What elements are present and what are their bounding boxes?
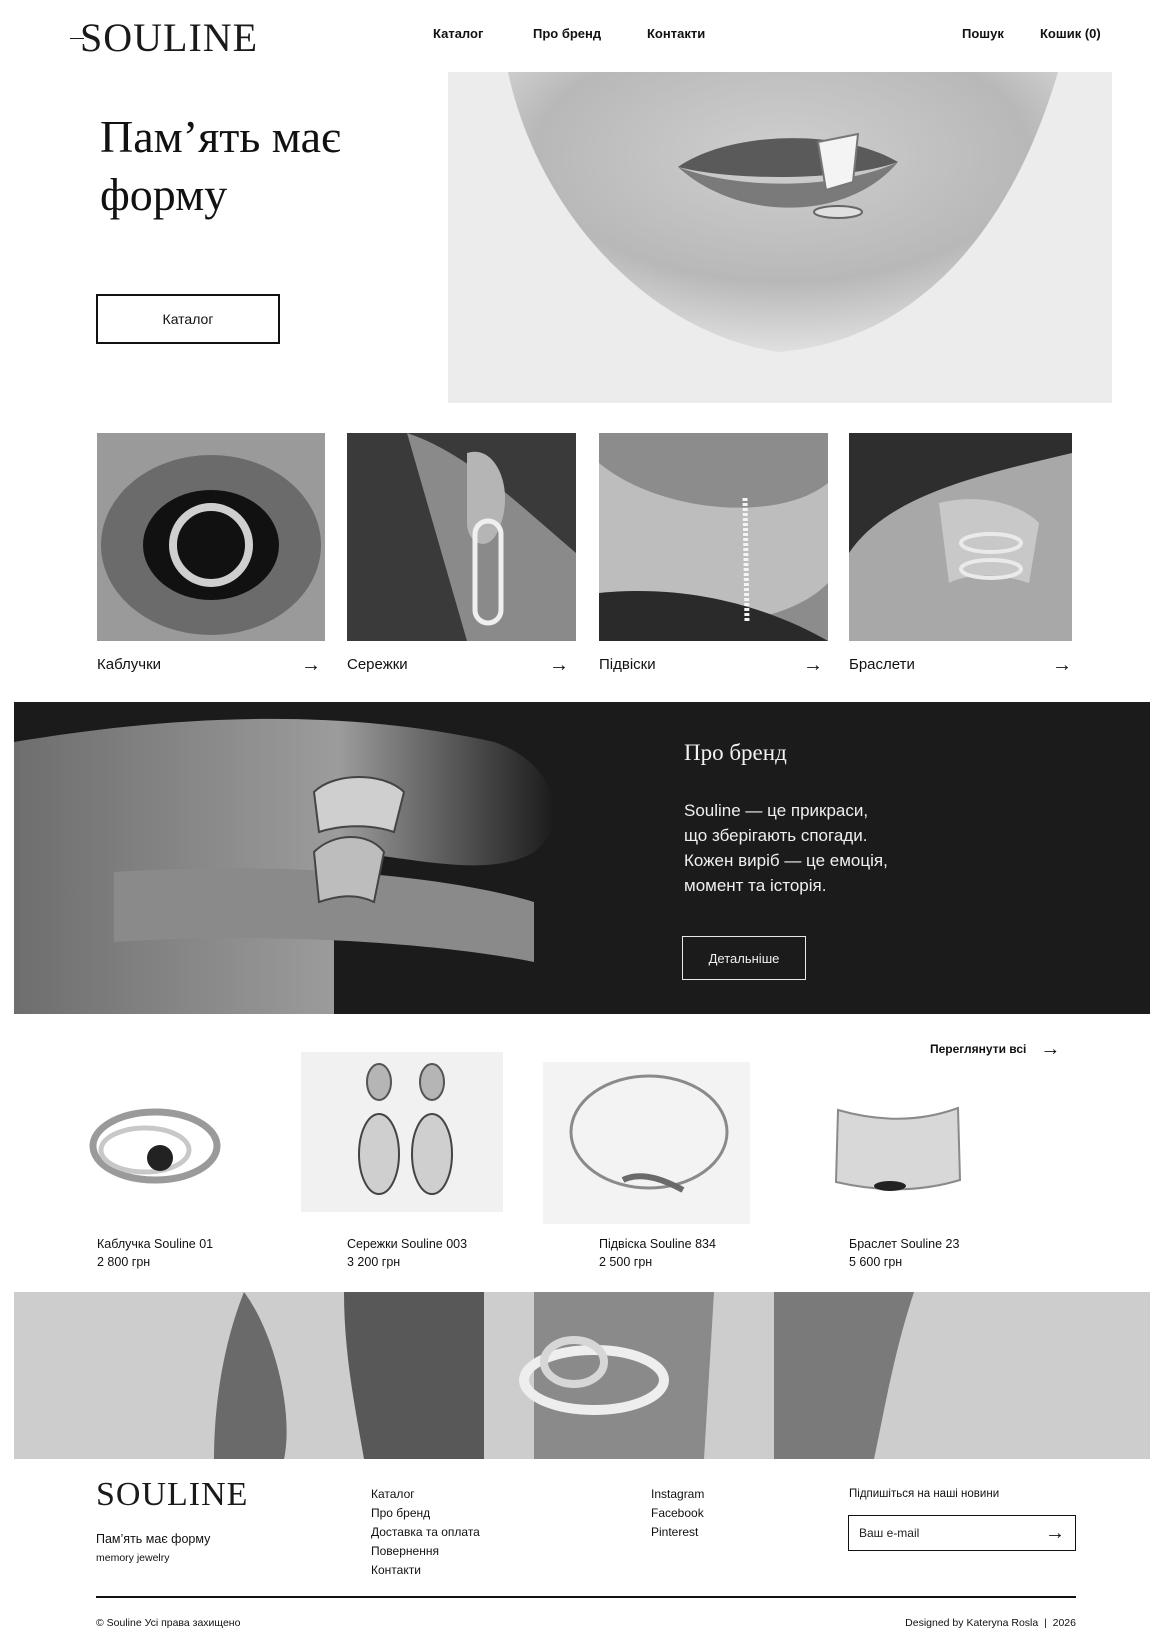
- copyright: © Souline Усі права захищено: [96, 1617, 241, 1629]
- pendants-photo: [599, 433, 828, 641]
- category-label-bracelets[interactable]: Браслети: [849, 656, 915, 673]
- category-image-bracelets[interactable]: [849, 433, 1072, 641]
- footer-social: Instagram Facebook Pinterest: [651, 1485, 801, 1542]
- footer-logo-text: SOULINE: [96, 1476, 249, 1513]
- footer-links: Каталог Про бренд Доставка та оплата Пов…: [371, 1485, 571, 1580]
- category-label-earrings[interactable]: Сережки: [347, 656, 408, 673]
- hero-catalog-button[interactable]: Каталог: [96, 294, 280, 344]
- category-label-pendants[interactable]: Підвіски: [599, 656, 656, 673]
- social-instagram[interactable]: Instagram: [651, 1485, 801, 1504]
- search-link[interactable]: Пошук: [962, 26, 1004, 41]
- category-image-earrings[interactable]: [347, 433, 576, 641]
- hero-image: [448, 72, 1112, 403]
- product-price: 5 600 грн: [849, 1255, 903, 1269]
- category-image-rings[interactable]: [97, 433, 325, 641]
- brand-logo-text: SOULINE: [80, 15, 259, 60]
- earrings-product-photo: [301, 1052, 503, 1212]
- about-line-4: момент та історія.: [684, 876, 827, 895]
- email-placeholder: Ваш e-mail: [859, 1526, 920, 1540]
- product-name: Каблучка Souline 01: [97, 1237, 214, 1251]
- hero-title: Пам’ять має форму: [100, 108, 420, 224]
- footer-subtag: memory jewelry: [96, 1552, 170, 1564]
- about-title: Про бренд: [684, 740, 787, 765]
- rings-photo: [97, 433, 325, 641]
- about-banner: Про бренд Souline — це прикраси, що збер…: [14, 702, 1150, 1014]
- product-price: 2 800 грн: [97, 1255, 151, 1269]
- product-name: Підвіска Souline 834: [599, 1237, 716, 1251]
- header-utilities: Пошук Кошик (0): [962, 26, 1102, 46]
- about-line-3: Кожен виріб — це емоція,: [684, 851, 888, 870]
- hand-ring-banner: [14, 1292, 1150, 1459]
- view-all-label: Переглянути всі: [930, 1042, 1027, 1056]
- product-name: Браслет Souline 23: [849, 1237, 960, 1251]
- arrow-right-icon[interactable]: →: [1052, 655, 1072, 675]
- view-all-link[interactable]: Переглянути всі →: [930, 1038, 1080, 1060]
- earrings-photo: [347, 433, 576, 641]
- email-subscribe-field[interactable]: Ваш e-mail →: [848, 1515, 1076, 1551]
- brand-logo[interactable]: SOULINE: [70, 14, 260, 62]
- designer-credit: Designed by Kateryna Rosla | 2026: [905, 1617, 1076, 1629]
- footer-logo[interactable]: SOULINE: [96, 1476, 276, 1522]
- nav-about[interactable]: Про бренд: [533, 26, 601, 41]
- hero-lips-photo: [448, 72, 1112, 403]
- product-price: 2 500 грн: [599, 1255, 653, 1269]
- arrow-right-icon[interactable]: →: [301, 655, 321, 675]
- hero-title-line-1: Пам’ять має: [100, 111, 341, 162]
- about-line-1: Souline — це прикраси,: [684, 801, 869, 820]
- product-card-pendant[interactable]: Підвіска Souline 834 2 500 грн: [599, 1237, 799, 1269]
- logo-ornament: [70, 38, 84, 39]
- footer-link-about[interactable]: Про бренд: [371, 1504, 571, 1523]
- submit-arrow-icon[interactable]: →: [1045, 1523, 1065, 1543]
- ring-product-photo: [70, 1088, 230, 1213]
- footer-divider: [96, 1596, 1076, 1598]
- nav-contacts[interactable]: Контакти: [647, 26, 705, 41]
- hand-ring-photo: [14, 1292, 1150, 1459]
- footer-link-returns[interactable]: Повернення: [371, 1542, 571, 1561]
- product-image-bracelet[interactable]: [830, 1100, 966, 1200]
- bracelets-photo: [849, 433, 1072, 641]
- footer-link-delivery[interactable]: Доставка та оплата: [371, 1523, 571, 1542]
- social-facebook[interactable]: Facebook: [651, 1504, 801, 1523]
- product-price: 3 200 грн: [347, 1255, 401, 1269]
- arrow-right-icon[interactable]: →: [803, 655, 823, 675]
- hero-title-line-2: форму: [100, 169, 228, 220]
- subscribe-title: Підпишіться на наші новини: [849, 1488, 1000, 1500]
- product-name: Сережки Souline 003: [347, 1237, 468, 1251]
- product-card-ring[interactable]: Каблучка Souline 01 2 800 грн: [97, 1237, 297, 1269]
- about-details-button[interactable]: Детальніше: [682, 936, 806, 980]
- footer-link-contacts[interactable]: Контакти: [371, 1561, 571, 1580]
- cart-link[interactable]: Кошик (0): [1040, 26, 1101, 41]
- footer-link-catalog[interactable]: Каталог: [371, 1485, 571, 1504]
- hands-rings-photo: [14, 702, 654, 1014]
- arrow-right-icon[interactable]: →: [549, 655, 569, 675]
- bracelet-product-photo: [830, 1100, 966, 1200]
- footer-tagline: Пам’ять має форму: [96, 1532, 211, 1546]
- about-line-2: що зберігають спогади.: [684, 826, 868, 845]
- arrow-right-icon: →: [1040, 1038, 1061, 1060]
- pendant-product-photo: [543, 1062, 750, 1224]
- about-description: Souline — це прикраси, що зберігають спо…: [684, 798, 984, 898]
- category-image-pendants[interactable]: [599, 433, 828, 641]
- social-pinterest[interactable]: Pinterest: [651, 1523, 801, 1542]
- main-nav: Каталог Про бренд Контакти: [433, 26, 733, 46]
- product-image-earrings[interactable]: [301, 1052, 503, 1212]
- product-card-bracelet[interactable]: Браслет Souline 23 5 600 грн: [849, 1237, 1049, 1269]
- product-card-earrings[interactable]: Сережки Souline 003 3 200 грн: [347, 1237, 547, 1269]
- nav-catalog[interactable]: Каталог: [433, 26, 483, 41]
- product-image-pendant[interactable]: [543, 1062, 750, 1224]
- product-image-ring[interactable]: [70, 1088, 230, 1213]
- category-label-rings[interactable]: Каблучки: [97, 656, 161, 673]
